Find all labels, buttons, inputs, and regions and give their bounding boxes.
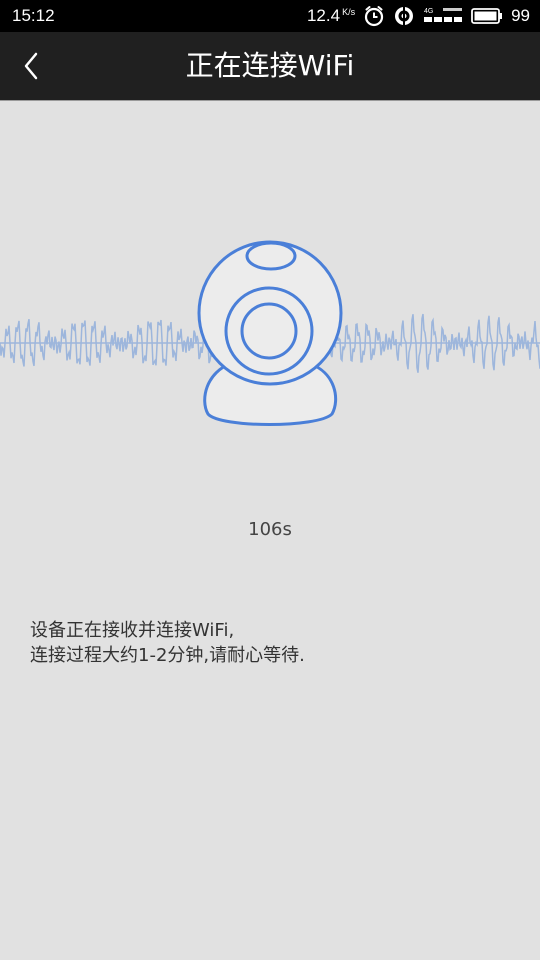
camera-lens-inner xyxy=(240,302,298,360)
battery-icon xyxy=(471,8,503,24)
connection-animation xyxy=(0,240,540,426)
camera-icon xyxy=(197,240,343,426)
connection-description: 设备正在接收并连接WiFi, 连接过程大约1-2分钟,请耐心等待. xyxy=(30,618,510,668)
network-speed-value: 12.4 xyxy=(306,6,341,25)
description-line-2: 连接过程大约1-2分钟,请耐心等待. xyxy=(30,645,305,666)
network-speed: 12.4 K/s xyxy=(307,6,355,26)
camera-top-ellipse xyxy=(245,241,297,271)
network-speed-unit: K/s xyxy=(342,7,356,17)
status-time: 15:12 xyxy=(12,6,55,25)
battery-level: 99 xyxy=(511,6,530,25)
page-title: 正在连接WiFi xyxy=(185,49,355,82)
description-line-1: 设备正在接收并连接WiFi, xyxy=(30,620,235,641)
wifi-hotspot-icon xyxy=(395,6,414,26)
status-icons: 12.4 K/s 4G 99 xyxy=(307,4,530,28)
network-type-badge: 4G xyxy=(424,8,433,15)
alarm-icon xyxy=(364,6,384,27)
header: 正在连接WiFi xyxy=(0,32,540,101)
signal-icon: 4G xyxy=(424,8,463,22)
status-bar: 15:12 12.4 K/s 4G 99 xyxy=(0,0,540,32)
countdown-timer: 106s xyxy=(248,519,292,540)
